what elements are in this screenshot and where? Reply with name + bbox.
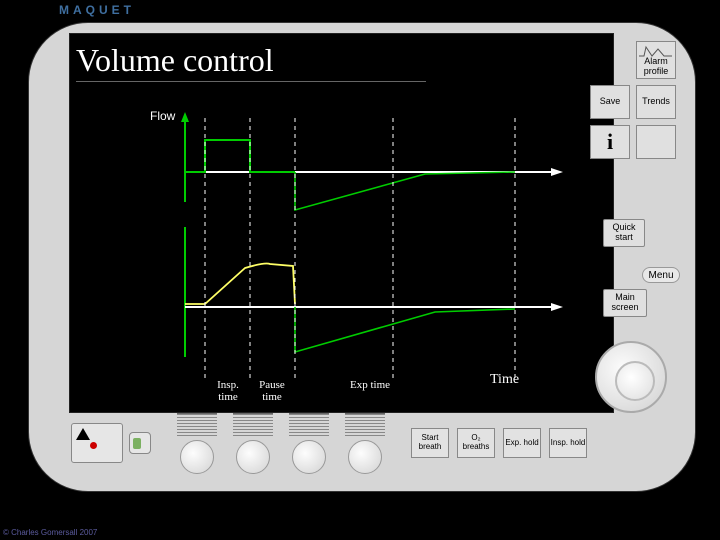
flow-axis-label: Flow bbox=[150, 109, 175, 123]
alarm-waveform-icon bbox=[638, 44, 674, 58]
rotary-dial[interactable] bbox=[595, 341, 667, 413]
param-knob-1[interactable] bbox=[180, 440, 214, 474]
insp-hold-button[interactable]: Insp. hold bbox=[549, 428, 587, 458]
brand-logo: MAQUET bbox=[59, 3, 135, 17]
power-led-icon bbox=[90, 442, 97, 449]
param-knob-2[interactable] bbox=[236, 440, 270, 474]
knob-scale-icon bbox=[345, 413, 385, 437]
page-title: Volume control bbox=[76, 42, 426, 82]
knob-scale-icon bbox=[233, 413, 273, 437]
power-indicator bbox=[71, 423, 123, 463]
menu-button[interactable]: Menu bbox=[642, 267, 680, 283]
main-screen-button[interactable]: Main screen bbox=[603, 289, 647, 317]
device-frame: MAQUET Volume control Flow bbox=[28, 22, 696, 492]
exp-time-label: Exp time bbox=[340, 379, 400, 391]
start-breath-button[interactable]: Start breath bbox=[411, 428, 449, 458]
param-knob-3[interactable] bbox=[292, 440, 326, 474]
pause-time-label: Pause time bbox=[252, 379, 292, 403]
time-axis-label: Time bbox=[490, 372, 519, 388]
alarm-profile-button[interactable]: Alarm profile bbox=[636, 41, 676, 79]
knob-scale-icon bbox=[177, 413, 217, 437]
blank-button[interactable] bbox=[636, 125, 676, 159]
screen: Volume control Flow bbox=[69, 33, 614, 413]
param-knob-4[interactable] bbox=[348, 440, 382, 474]
o2-breaths-button[interactable]: O₂ breaths bbox=[457, 428, 495, 458]
knob-scale-icon bbox=[289, 413, 329, 437]
trends-button[interactable]: Trends bbox=[636, 85, 676, 119]
waveform-chart bbox=[175, 112, 570, 387]
power-switch[interactable] bbox=[129, 432, 151, 454]
exp-hold-button[interactable]: Exp. hold bbox=[503, 428, 541, 458]
save-button[interactable]: Save bbox=[590, 85, 630, 119]
alarm-profile-label: Alarm profile bbox=[637, 57, 675, 77]
info-button[interactable]: i bbox=[590, 125, 630, 159]
copyright-text: © Charles Gomersall 2007 bbox=[3, 528, 97, 537]
quick-start-button[interactable]: Quick start bbox=[603, 219, 645, 247]
insp-time-label: Insp. time bbox=[208, 379, 248, 403]
bottom-control-strip: Start breath O₂ breaths Exp. hold Insp. … bbox=[71, 413, 611, 473]
